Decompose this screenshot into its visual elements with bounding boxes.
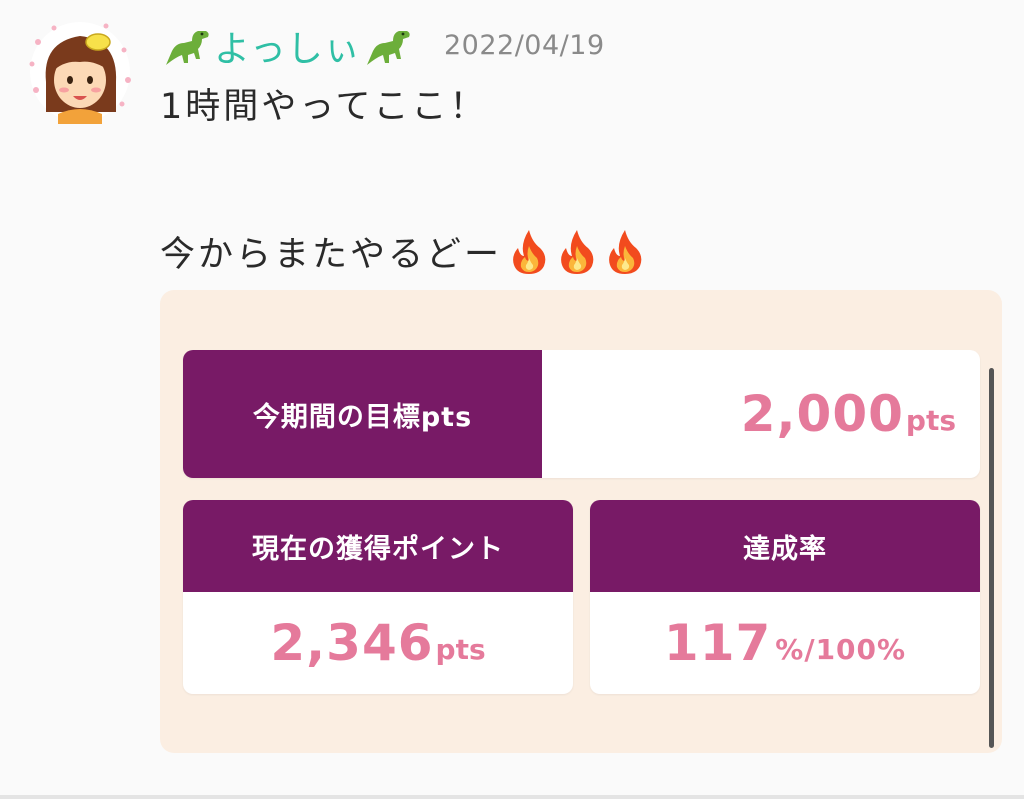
achievement-rate-label: 達成率 — [590, 500, 980, 592]
fire-icon — [609, 229, 642, 274]
dinosaur-icon — [166, 31, 209, 65]
message-line-2-text: 今からまたやるどー — [160, 235, 503, 275]
post-timestamp: 2022/04/19 — [444, 30, 605, 61]
dinosaur-icon — [366, 31, 410, 65]
message-line-1: 1時間やってここ！ — [160, 87, 488, 127]
achievement-rate-number: 117 — [663, 614, 772, 672]
username-text: よっしぃ — [214, 29, 361, 70]
achievement-rate-value: 117 %/100% — [590, 592, 980, 694]
goal-label: 今期間の目標pts — [183, 350, 542, 478]
card-scrollbar[interactable] — [989, 368, 994, 748]
goal-value: 2,000 pts — [741, 350, 956, 478]
bottom-divider — [0, 795, 1024, 799]
fire-icon — [513, 229, 546, 274]
message-line-2: 今からまたやるどー — [160, 226, 646, 277]
username-row[interactable]: よっしぃ — [160, 24, 415, 70]
current-points-value: 2,346 pts — [183, 592, 573, 694]
current-points-unit: pts — [435, 632, 486, 666]
achievement-rate-unit: %/100% — [775, 632, 907, 666]
points-card: 今期間の目標pts 2,000 pts 現在の獲得ポイント 2,346 pts … — [160, 290, 1002, 753]
avatar-illustration-icon — [29, 22, 131, 124]
goal-value-unit: pts — [905, 403, 956, 437]
achievement-rate-box: 達成率 117 %/100% — [590, 500, 980, 694]
current-points-number: 2,346 — [270, 614, 434, 672]
fire-icon — [561, 229, 594, 274]
user-avatar[interactable] — [28, 20, 132, 124]
goal-points-box: 今期間の目標pts 2,000 pts — [183, 350, 980, 478]
chat-screen: よっしぃ 2022/04/19 1時間やってここ！ 今からまたやるどー 今期間の… — [0, 0, 1024, 799]
current-points-box: 現在の獲得ポイント 2,346 pts — [183, 500, 573, 694]
current-points-label: 現在の獲得ポイント — [183, 500, 573, 592]
goal-value-number: 2,000 — [740, 385, 904, 443]
